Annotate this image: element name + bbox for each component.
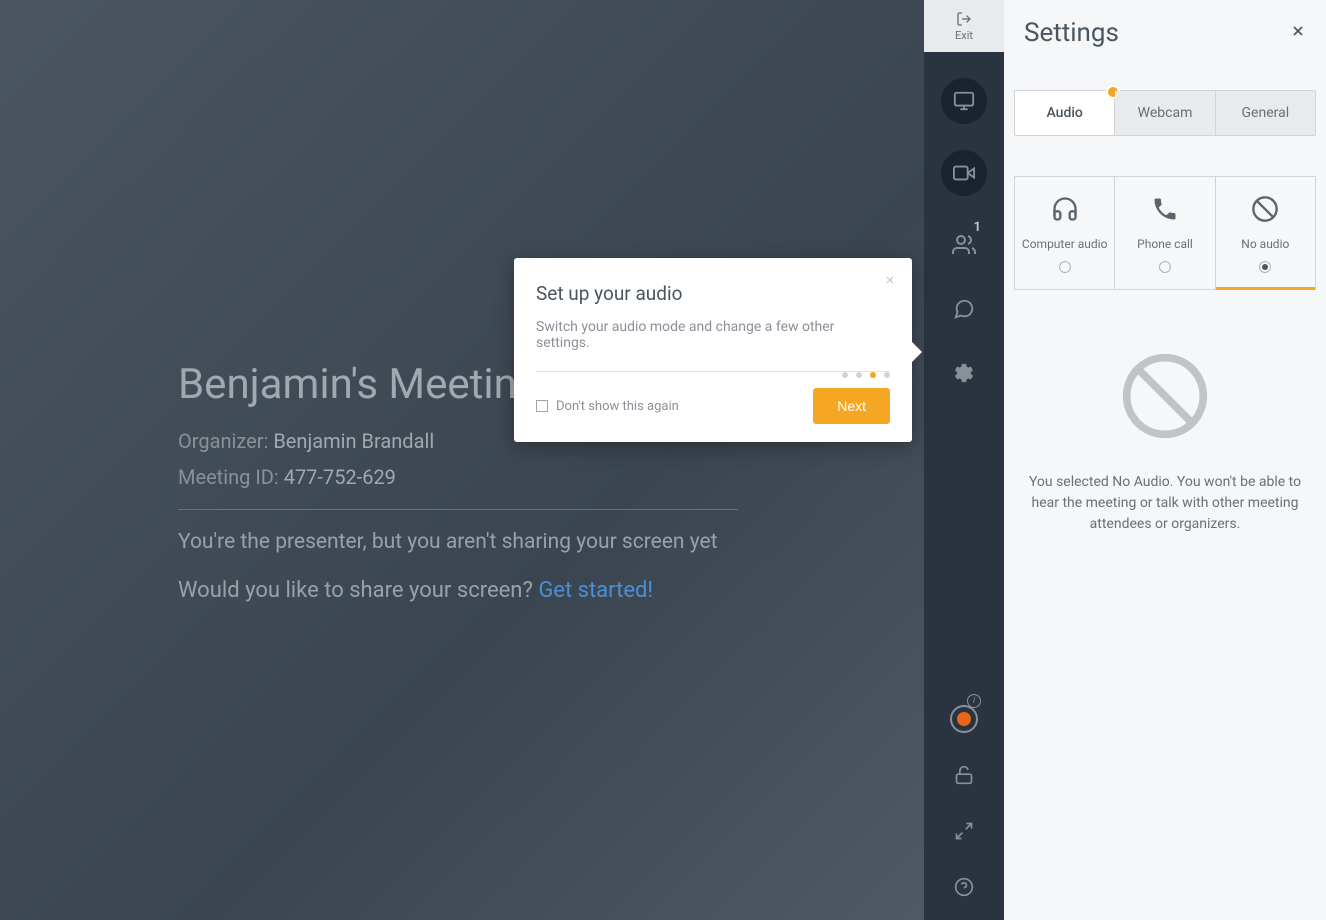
settings-button[interactable] (941, 350, 987, 396)
organizer-name: Benjamin Brandall (273, 429, 434, 453)
chat-icon (953, 298, 975, 320)
dot-4 (884, 372, 890, 378)
headset-icon (1051, 195, 1079, 223)
tab-general[interactable]: General (1216, 91, 1315, 135)
dot-1 (842, 372, 848, 378)
organizer-label: Organizer: (178, 429, 268, 453)
dot-2 (856, 372, 862, 378)
info-badge-icon: i (967, 694, 981, 708)
close-settings-button[interactable] (1290, 22, 1306, 44)
tooltip-close-button[interactable] (884, 272, 896, 290)
tab-webcam-label: Webcam (1138, 105, 1193, 121)
tab-webcam[interactable]: Webcam (1115, 91, 1215, 135)
close-icon (1290, 23, 1306, 39)
webcam-button[interactable] (941, 150, 987, 196)
tab-general-label: General (1242, 105, 1290, 121)
checkbox-icon (536, 400, 548, 412)
meeting-id-label: Meeting ID: (178, 465, 279, 489)
get-started-link[interactable]: Get started! (538, 578, 653, 603)
people-count-badge: 1 (974, 220, 981, 235)
lock-button[interactable] (941, 752, 987, 798)
tooltip-arrow-icon (912, 342, 922, 362)
tooltip-title: Set up your audio (536, 282, 890, 305)
chat-button[interactable] (941, 286, 987, 332)
settings-title: Settings (1024, 18, 1119, 48)
tooltip-controls-row: Don't show this again Next (536, 388, 890, 424)
tooltip-description: Switch your audio mode and change a few … (536, 319, 890, 351)
onboarding-tooltip: Set up your audio Switch your audio mode… (514, 258, 912, 442)
no-audio-large-icon (1119, 350, 1211, 442)
no-audio-icon (1251, 195, 1279, 223)
audio-option-computer-label: Computer audio (1015, 237, 1114, 251)
help-button[interactable] (941, 864, 987, 910)
tooltip-progress-dots (842, 372, 890, 378)
dont-show-checkbox-container[interactable]: Don't show this again (536, 399, 679, 414)
dot-3 (870, 372, 876, 378)
attendees-button[interactable]: 1 (941, 222, 987, 268)
settings-header: Settings (1004, 0, 1326, 66)
audio-options-row: Computer audio Phone call No audio (1014, 176, 1316, 290)
dont-show-label: Don't show this again (556, 399, 679, 414)
tab-audio[interactable]: Audio (1015, 91, 1115, 135)
unlock-icon (954, 765, 974, 785)
record-dot-icon (957, 712, 971, 726)
close-icon (884, 274, 896, 286)
sidebar: Exit 1 (924, 0, 1004, 920)
record-circle-icon (950, 705, 978, 733)
share-screen-button[interactable] (941, 78, 987, 124)
presenter-status-text: You're the presenter, but you aren't sha… (178, 530, 924, 554)
gear-icon (953, 362, 975, 384)
no-audio-message: You selected No Audio. You won't be able… (1004, 472, 1326, 535)
exit-icon (956, 11, 972, 27)
monitor-icon (953, 90, 975, 112)
share-prompt-row: Would you like to share your screen? Get… (178, 578, 924, 603)
audio-option-none-label: No audio (1216, 237, 1315, 251)
audio-option-computer[interactable]: Computer audio (1015, 177, 1115, 289)
radio-phone (1159, 261, 1171, 273)
phone-icon (1151, 195, 1179, 223)
help-icon (954, 877, 974, 897)
main-content-area: Benjamin's Meeting Organizer: Benjamin B… (0, 0, 924, 920)
fullscreen-button[interactable] (941, 808, 987, 854)
meeting-id-row: Meeting ID: 477-752-629 (178, 465, 924, 489)
tab-audio-label: Audio (1046, 105, 1082, 121)
radio-computer (1059, 261, 1071, 273)
settings-tabs: Audio Webcam General (1014, 90, 1316, 136)
tooltip-divider (536, 371, 890, 372)
audio-option-none[interactable]: No audio (1216, 177, 1315, 290)
audio-option-phone[interactable]: Phone call (1115, 177, 1215, 289)
people-icon (952, 233, 976, 257)
record-button[interactable]: i (941, 696, 987, 742)
divider (178, 509, 738, 510)
meeting-id-value: 477-752-629 (284, 465, 396, 489)
exit-label: Exit (955, 29, 973, 42)
audio-option-phone-label: Phone call (1115, 237, 1214, 251)
share-prompt-text: Would you like to share your screen? (178, 578, 538, 603)
settings-panel: Settings Audio Webcam General Computer a… (1004, 0, 1326, 920)
expand-icon (954, 821, 974, 841)
video-icon (953, 162, 975, 184)
exit-button[interactable]: Exit (924, 0, 1004, 52)
next-button[interactable]: Next (813, 388, 890, 424)
radio-none (1259, 261, 1271, 273)
